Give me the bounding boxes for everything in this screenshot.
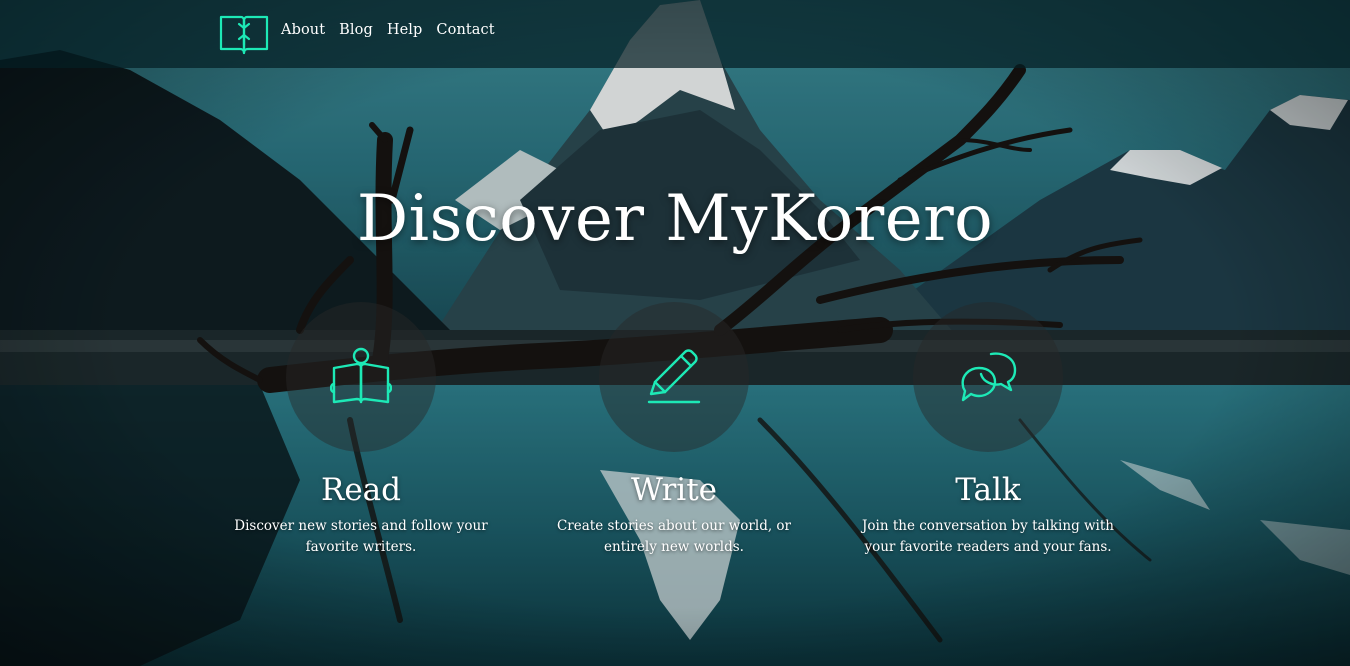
nav-link-contact[interactable]: Contact [436, 22, 494, 38]
feature-read: Read Discover new stories and follow you… [221, 302, 501, 558]
nav-link-about[interactable]: About [281, 22, 325, 38]
site-logo[interactable] [219, 13, 269, 55]
top-navbar: About Blog Help Contact [0, 0, 1350, 68]
feature-read-heading: Read [320, 472, 401, 508]
feature-read-text: Discover new stories and follow your fav… [234, 518, 488, 555]
hero-title: Discover MyKorero [356, 182, 994, 256]
feature-talk-heading: Talk [955, 472, 1021, 508]
feature-write-icon-circle [599, 302, 749, 452]
nav-link-blog[interactable]: Blog [339, 22, 373, 38]
nav-link-help[interactable]: Help [387, 22, 423, 38]
pencil-icon [647, 349, 701, 404]
book-arrows-icon [219, 15, 269, 55]
feature-read-icon-circle [286, 302, 436, 452]
feature-write-text: Create stories about our world, or entir… [556, 518, 792, 555]
chat-bubbles-icon [961, 352, 1017, 402]
nav-links: About Blog Help Contact [281, 22, 495, 38]
feature-write-heading: Write [630, 472, 717, 508]
landing-page: About Blog Help Contact Discover MyKorer… [0, 0, 1350, 666]
reading-book-icon [330, 347, 392, 404]
feature-write: Write Create stories about our world, or… [534, 302, 814, 558]
feature-talk: Talk Join the conversation by talking wi… [848, 302, 1128, 558]
feature-talk-text: Join the conversation by talking with yo… [862, 518, 1114, 555]
feature-talk-icon-circle [913, 302, 1063, 452]
